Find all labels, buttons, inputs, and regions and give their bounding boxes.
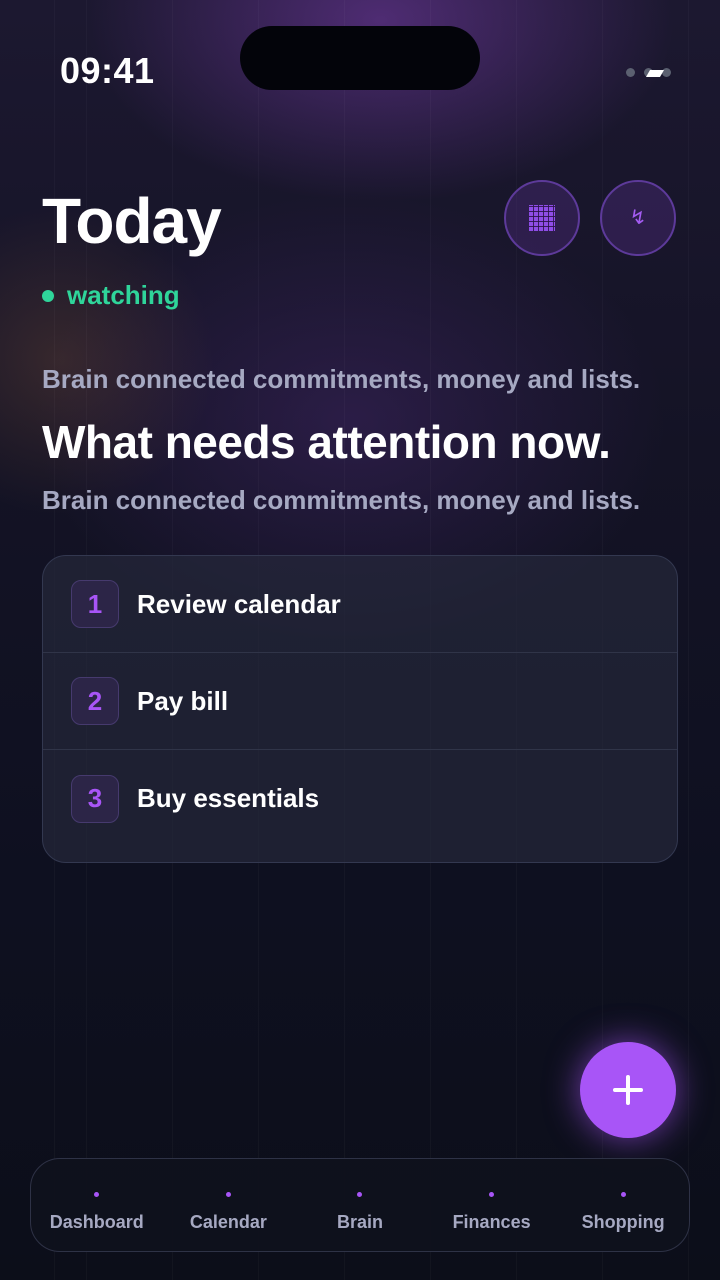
item-number-badge: 1 [71, 580, 119, 628]
intro-kicker: Brain connected commitments, money and l… [42, 364, 641, 394]
intro-headline: What needs attention now. [42, 416, 611, 468]
page-title: Today [42, 185, 222, 257]
nav-dot-icon [225, 1192, 231, 1197]
nav-dot-icon [489, 1192, 495, 1197]
attention-list: 1 Review calendar 2 Pay bill 3 Buy essen… [42, 555, 678, 863]
live-status-label: watching [67, 280, 180, 310]
bolt-icon: ↯ [629, 207, 647, 229]
calendar-grid-icon [529, 205, 555, 231]
attention-item[interactable]: 1 Review calendar [43, 556, 677, 653]
signal-dot-icon [626, 68, 635, 77]
nav-item-label: Shopping [581, 1212, 665, 1232]
intro-subline: Brain connected commitments, money and l… [42, 485, 641, 515]
bottom-nav: Dashboard Calendar Brain Finances Shoppi… [30, 1158, 690, 1252]
calendar-view-button[interactable] [504, 180, 580, 256]
nav-item-brain[interactable]: Brain [294, 1159, 426, 1251]
item-label: Review calendar [137, 588, 341, 619]
item-number-badge: 3 [71, 774, 119, 823]
item-label: Pay bill [137, 685, 229, 716]
nav-dot-icon [94, 1192, 100, 1197]
nav-item-label: Finances [452, 1212, 531, 1232]
live-status: watching [42, 280, 180, 311]
nav-item-label: Calendar [189, 1212, 267, 1232]
live-indicator-dot [42, 289, 54, 302]
nav-item-dashboard[interactable]: Dashboard [31, 1159, 163, 1251]
nav-dot-icon [357, 1192, 363, 1197]
nav-dot-icon [620, 1192, 626, 1197]
item-label: Buy essentials [137, 783, 320, 813]
plus-icon [613, 1075, 643, 1105]
battery-icon [645, 70, 665, 77]
dynamic-island [240, 26, 480, 90]
nav-item-finances[interactable]: Finances [426, 1159, 558, 1251]
nav-item-label: Brain [336, 1212, 383, 1232]
attention-item[interactable]: 3 Buy essentials [43, 750, 677, 847]
add-button[interactable] [580, 1042, 676, 1138]
quick-action-button[interactable]: ↯ [600, 180, 676, 256]
status-bar-time: 09:41 [60, 50, 155, 91]
nav-item-calendar[interactable]: Calendar [163, 1159, 295, 1251]
nav-item-label: Dashboard [49, 1212, 144, 1232]
item-number-badge: 2 [71, 677, 119, 725]
nav-item-shopping[interactable]: Shopping [557, 1159, 689, 1251]
status-bar-indicators [624, 67, 674, 79]
attention-item[interactable]: 2 Pay bill [43, 653, 677, 750]
